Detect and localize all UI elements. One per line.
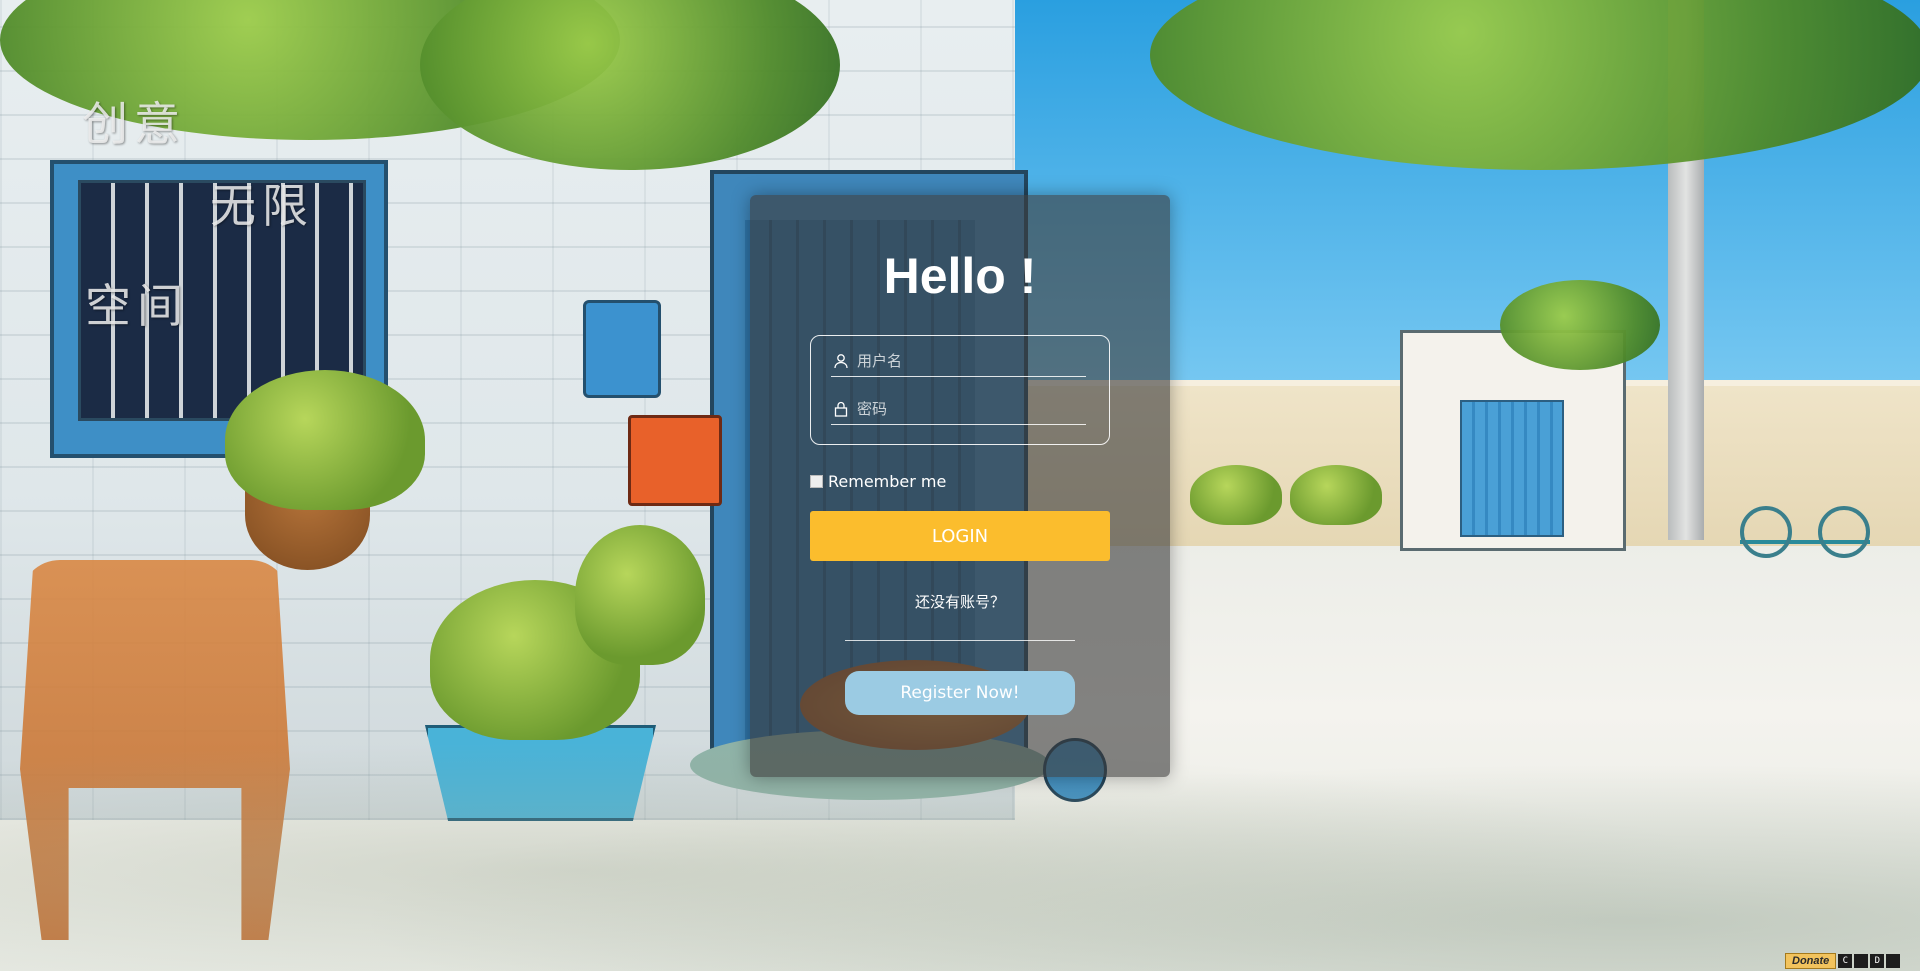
- password-input[interactable]: [851, 399, 1086, 419]
- no-account-text: 还没有账号？: [914, 593, 1005, 611]
- remember-me[interactable]: Remember me: [810, 470, 946, 492]
- widget-button[interactable]: [1854, 953, 1869, 968]
- mailbox: [583, 300, 661, 398]
- widget-button[interactable]: D: [1870, 953, 1885, 968]
- donate-widget: Donate C D: [1785, 952, 1901, 969]
- motto-line-1: 创意: [82, 97, 186, 151]
- widget-button[interactable]: C: [1838, 953, 1853, 968]
- background-illustration: 创意 无限 空间 Hello ! Remember me LOGIN 还没有账: [0, 0, 1920, 971]
- motto-line-2: 无限: [210, 179, 314, 233]
- lock-icon: [831, 399, 851, 419]
- hedge-bush: [1190, 465, 1282, 525]
- gate-door: [1460, 400, 1564, 537]
- potted-tree: [575, 525, 705, 665]
- divider: [845, 640, 1075, 641]
- donate-button[interactable]: Donate: [1785, 952, 1837, 969]
- username-field-row: [831, 346, 1086, 377]
- register-button[interactable]: Register Now!: [845, 671, 1075, 715]
- tree-foliage: [1500, 280, 1660, 370]
- post-box: [628, 415, 722, 506]
- widget-button[interactable]: [1886, 953, 1901, 968]
- password-field-row: [831, 394, 1086, 425]
- login-button[interactable]: LOGIN: [810, 511, 1110, 561]
- credentials-box: [810, 335, 1110, 445]
- bicycle: [1740, 470, 1870, 558]
- login-title: Hello !: [883, 248, 1037, 304]
- user-icon: [831, 351, 851, 371]
- remember-label: Remember me: [828, 471, 947, 491]
- hanging-plant: [225, 370, 425, 510]
- username-input[interactable]: [851, 351, 1086, 371]
- hedge-bush: [1290, 465, 1382, 525]
- motto-line-3: 空间: [85, 279, 189, 333]
- login-panel: Hello ! Remember me LOGIN 还没有账号？ Registe…: [750, 195, 1170, 777]
- remember-checkbox[interactable]: [810, 474, 823, 488]
